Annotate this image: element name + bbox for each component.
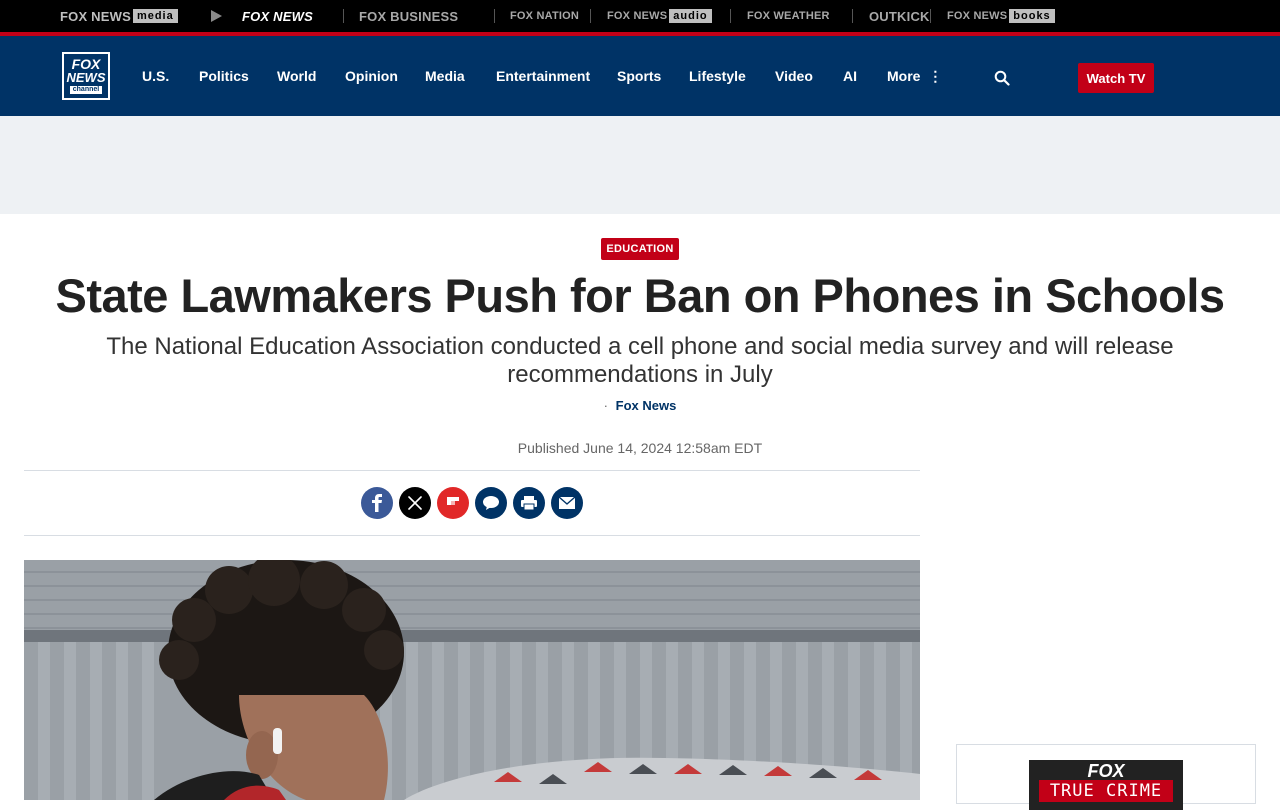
network-link-fox-news-audio[interactable]: FOX NEWS audio [607, 8, 712, 24]
watch-tv-button[interactable]: Watch TV [1078, 63, 1154, 93]
comment-icon [483, 496, 499, 510]
network-link-label: FOX NEWS [242, 8, 313, 24]
logo-line-2: NEWS [66, 70, 106, 85]
byline: · Fox News [0, 398, 1280, 413]
true-crime-promo-image[interactable]: FOX TRUE CRIME [1029, 760, 1183, 810]
nav-item-us[interactable]: U.S. [142, 68, 169, 84]
facebook-icon [372, 494, 382, 512]
network-link-outkick[interactable]: OUTKICK [869, 8, 930, 24]
play-icon [211, 10, 222, 22]
share-x-button[interactable] [399, 487, 431, 519]
print-icon [521, 496, 537, 511]
category-eyebrow[interactable]: EDUCATION [601, 238, 679, 260]
x-icon [408, 496, 422, 510]
email-icon [558, 496, 576, 509]
fox-news-logo[interactable]: FOX NEWS channel [62, 52, 110, 100]
network-bar: FOX NEWS media FOX NEWS FOX BUSINESS FOX… [0, 0, 1280, 32]
byline-source-link[interactable]: Fox News [616, 398, 677, 413]
network-separator [343, 9, 344, 23]
network-link-badge: audio [669, 9, 712, 23]
share-comments-button[interactable] [475, 487, 507, 519]
network-link-label: FOX BUSINESS [359, 8, 459, 24]
search-icon[interactable] [994, 70, 1010, 86]
article-headline: State Lawmakers Push for Ban on Phones i… [55, 269, 1225, 322]
network-link-label: FOX NEWS [607, 10, 668, 22]
share-email-button[interactable] [551, 487, 583, 519]
share-bar-top-divider [24, 470, 920, 471]
network-link-fox-business[interactable]: FOX BUSINESS [359, 8, 458, 24]
site-header: FOX NEWS channel U.S. Politics World Opi… [0, 36, 1280, 116]
network-link-fox-weather[interactable]: FOX WEATHER [747, 8, 830, 24]
network-link-fox-news-books[interactable]: FOX NEWS books [947, 8, 1055, 24]
network-link-label: FOX NEWS [60, 8, 131, 24]
network-link-label: FOX NATION [510, 10, 580, 22]
network-link-badge: media [132, 9, 178, 23]
promo-fox-wordmark: FOX [1087, 761, 1125, 781]
network-link-fox-news[interactable]: FOX NEWS [242, 8, 313, 24]
nav-item-world[interactable]: World [277, 68, 316, 84]
rail-promo-card[interactable]: FOX TRUE CRIME [956, 744, 1256, 810]
network-link-label: FOX WEATHER [747, 10, 830, 22]
article-hero-image[interactable] [24, 560, 920, 800]
network-separator [852, 9, 853, 23]
nav-item-entertainment[interactable]: Entertainment [496, 68, 590, 84]
network-link-fox-news-media[interactable]: FOX NEWS media [60, 8, 178, 24]
published-date: Published June 14, 2024 12:58am EDT [517, 440, 763, 456]
share-flipboard-button[interactable] [437, 487, 469, 519]
network-separator [930, 9, 931, 23]
vertical-dots-icon: ⋮ [928, 68, 943, 84]
nav-item-ai[interactable]: AI [843, 68, 857, 84]
network-link-label: OUTKICK [869, 8, 930, 24]
article-subheadline: The National Education Association condu… [106, 333, 1174, 388]
nav-more-label: More [887, 68, 921, 84]
flipboard-icon [447, 497, 459, 505]
promo-title: TRUE CRIME [1039, 780, 1173, 802]
nav-item-more[interactable]: More ⋮ [887, 68, 942, 85]
share-print-button[interactable] [513, 487, 545, 519]
network-link-label: FOX NEWS [947, 10, 1008, 22]
share-bar-bottom-divider [24, 535, 920, 536]
nav-item-video[interactable]: Video [775, 68, 813, 84]
nav-item-opinion[interactable]: Opinion [345, 68, 398, 84]
nav-item-lifestyle[interactable]: Lifestyle [689, 68, 746, 84]
nav-item-sports[interactable]: Sports [617, 68, 661, 84]
network-link-badge: books [1009, 9, 1055, 23]
ad-banner-slot [0, 116, 1280, 214]
network-separator [730, 9, 731, 23]
share-facebook-button[interactable] [361, 487, 393, 519]
network-link-fox-nation[interactable]: FOX NATION [510, 8, 579, 24]
byline-dot: · [603, 398, 609, 413]
nav-item-media[interactable]: Media [425, 68, 465, 84]
nav-item-politics[interactable]: Politics [199, 68, 249, 84]
logo-line-3: channel [69, 86, 103, 94]
network-separator [494, 9, 495, 23]
network-separator [590, 9, 591, 23]
